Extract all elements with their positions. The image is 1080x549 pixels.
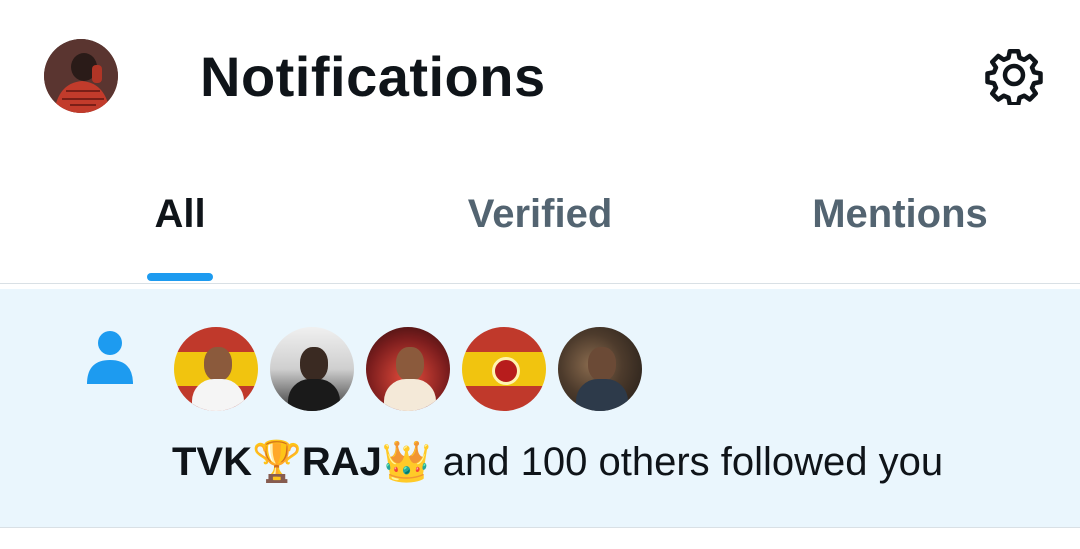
notification-text: TVK🏆RAJ👑 and 100 others followed you bbox=[172, 438, 943, 486]
follower-avatar[interactable] bbox=[172, 325, 260, 413]
top-app-bar: Notifications bbox=[0, 0, 1080, 150]
tab-mentions[interactable]: Mentions bbox=[720, 150, 1080, 283]
page-title: Notifications bbox=[200, 45, 546, 108]
follower-avatar[interactable] bbox=[556, 325, 644, 413]
crown-emoji: 👑 bbox=[381, 439, 432, 485]
tab-label: Mentions bbox=[812, 192, 988, 236]
profile-avatar[interactable] bbox=[44, 39, 118, 113]
tab-all[interactable]: All bbox=[0, 150, 360, 283]
follower-avatar[interactable] bbox=[364, 325, 452, 413]
active-tab-indicator bbox=[147, 273, 213, 281]
follower-avatars bbox=[172, 325, 652, 415]
divider bbox=[0, 527, 1080, 528]
trophy-emoji: 🏆 bbox=[252, 439, 302, 485]
tab-label: All bbox=[154, 192, 206, 236]
gear-icon[interactable] bbox=[984, 45, 1044, 107]
tab-verified[interactable]: Verified bbox=[360, 150, 720, 283]
follower-name[interactable]: TVK bbox=[172, 440, 252, 484]
notification-tabs: All Verified Mentions bbox=[0, 150, 1080, 283]
divider bbox=[0, 283, 1080, 284]
tab-label: Verified bbox=[467, 192, 613, 236]
follower-name-2[interactable]: RAJ bbox=[302, 440, 382, 484]
follower-avatar[interactable] bbox=[460, 325, 548, 413]
person-icon bbox=[85, 330, 135, 386]
notification-message: and 100 others followed you bbox=[431, 440, 944, 484]
follower-avatar[interactable] bbox=[268, 325, 356, 413]
